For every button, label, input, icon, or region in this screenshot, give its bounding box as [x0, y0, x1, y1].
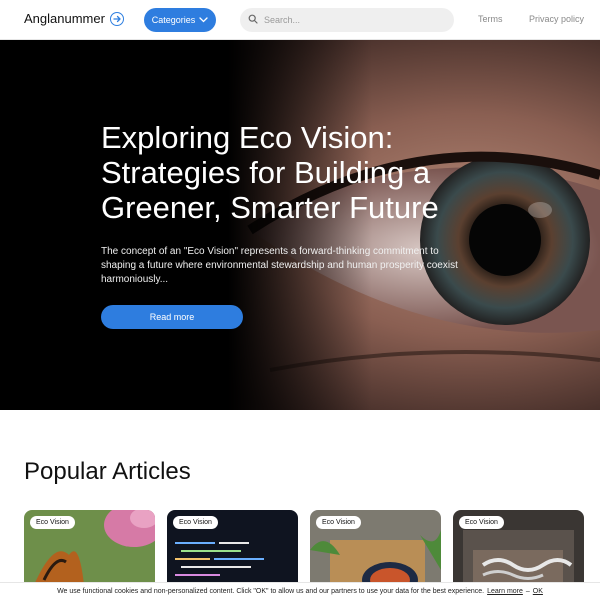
cookie-text: We use functional cookies and non-person… — [57, 588, 485, 595]
categories-button[interactable]: Categories — [144, 8, 216, 32]
popular-articles-title: Popular Articles — [24, 458, 191, 485]
article-card[interactable]: Eco Vision — [310, 510, 441, 590]
eye-photo — [0, 40, 600, 410]
site-header: Anglanummer Categories Terms Privacy pol… — [0, 0, 600, 40]
logo[interactable]: Anglanummer — [24, 11, 124, 26]
categories-label: Categories — [151, 15, 196, 25]
nav-link-terms[interactable]: Terms — [478, 14, 503, 24]
nav-link-privacy-policy[interactable]: Privacy policy — [529, 14, 584, 24]
category-badge: Eco Vision — [459, 516, 504, 529]
article-card[interactable]: Eco Vision — [453, 510, 584, 590]
arrow-right-circle-icon — [109, 11, 124, 26]
cookie-separator: – — [525, 588, 530, 595]
chevron-down-icon — [199, 15, 208, 25]
cookie-banner: We use functional cookies and non-person… — [0, 582, 600, 600]
search-icon — [248, 11, 258, 29]
learn-more-link[interactable]: Learn more — [487, 588, 523, 595]
article-cards: Eco Vision Eco Vision Eco Vision Eco Vis… — [24, 510, 584, 590]
article-card[interactable]: Eco Vision — [24, 510, 155, 590]
category-badge: Eco Vision — [316, 516, 361, 529]
hero-banner: Exploring Eco Vision: Strategies for Bui… — [0, 40, 600, 410]
hero-description: The concept of an "Eco Vision" represent… — [101, 246, 458, 285]
read-more-button[interactable]: Read more — [101, 305, 243, 329]
category-badge: Eco Vision — [173, 516, 218, 529]
search-input[interactable] — [264, 15, 434, 25]
logo-text: Anglanummer — [24, 11, 105, 26]
cookie-ok-button[interactable]: OK — [533, 588, 543, 595]
search-box — [240, 8, 454, 32]
article-card[interactable]: Eco Vision — [167, 510, 298, 590]
category-badge: Eco Vision — [30, 516, 75, 529]
hero-title: Exploring Eco Vision: Strategies for Bui… — [101, 120, 439, 225]
